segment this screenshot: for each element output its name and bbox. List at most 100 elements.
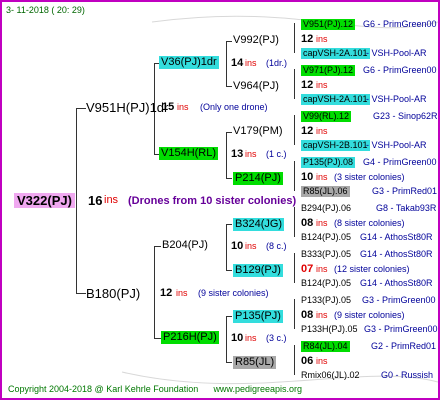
gen4-2-ins-label: ins [316,80,328,90]
gen4-3-ins-label: ins [316,126,328,136]
gen1-queen-1[interactable]: V951H(PJ)1dr [86,101,168,114]
gen3-queen-3[interactable]: V179(PM) [233,126,283,137]
connector [226,224,232,225]
connector [294,299,295,329]
gen4-7-father[interactable]: P133H(PJ).05 [301,325,358,334]
gen4-1-father[interactable]: capVSH-2A.101 [301,48,370,59]
connector-root [76,108,77,294]
footer-site-link[interactable]: www.pedigreeapis.org [213,384,302,394]
gen4-5-father[interactable]: B124(PJ).05 [301,233,351,242]
gen4-1-father-source: - VSH-Pool-AR [366,48,427,58]
gen2-2-ins-count: 13 [231,148,244,160]
gen4-3-father-source: - VSH-Pool-AR [366,140,427,150]
gen4-7-mother[interactable]: P133(PJ).05 [301,296,351,305]
connector [294,161,295,191]
gen3-queen-2[interactable]: V964(PJ) [233,81,279,92]
gen2-queen-2[interactable]: V154H(RL) [159,147,219,160]
connector [226,316,227,362]
gen1-2-ins-count: 12 [160,287,173,299]
gen4-8-ins-label: ins [316,356,328,366]
connector [154,246,161,247]
gen3-queen-4[interactable]: P214(PJ) [233,172,283,185]
connector [154,246,155,338]
gen2-1-ins-count: 14 [231,57,244,69]
pedigree-frame: 3- 11-2018 ( 20: 29) V322(PJ) 16 ins (Dr… [0,0,440,400]
connector [226,41,227,87]
gen4-3-mother-source: G23 - Sinop62R [373,111,438,121]
gen4-4-father[interactable]: R85(JL).06 [301,186,350,197]
gen4-6-mother[interactable]: B333(PJ).05 [301,250,351,259]
gen4-6-mother-source: G14 - AthosSt80R [360,249,433,259]
gen4-8-ins-count: 06 [301,355,314,367]
gen4-8-father-source: G0 - Russish [381,370,434,380]
gen4-5-mother-source: G8 - Takab93R [376,203,437,213]
connector [226,224,227,270]
gen4-7-ins-label: ins [316,310,328,320]
gen4-6-father-source: G14 - AthosSt80R [360,278,433,288]
gen3-queen-6[interactable]: B129(PJ) [233,264,283,277]
gen4-3-ins-count: 12 [301,125,314,137]
gen4-5-ins-label: ins [316,218,328,228]
gen3-queen-1[interactable]: V992(PJ) [233,35,279,46]
gen4-7-father-source: G3 - PrimGreen00 [364,324,438,334]
gen4-5-mother[interactable]: B294(PJ).06 [301,204,351,213]
connector [226,86,232,87]
gen4-7-mother-source: G3 - PrimGreen00 [362,295,436,305]
gen4-6-father[interactable]: B124(PJ).05 [301,279,351,288]
gen1-1-note: (Only one drone) [200,102,268,112]
gen1-1-ins-label: ins [177,102,189,112]
gen2-queen-3[interactable]: B204(PJ) [162,240,208,251]
gen4-6-ins-label: ins [316,264,328,274]
root-ins-count: 16 [88,193,103,208]
gen2-4-ins-count: 10 [231,332,244,344]
gen2-3-ins-count: 10 [231,240,244,252]
gen4-3-father[interactable]: capVSH-2B.101 [301,140,370,151]
connector [294,115,295,145]
connector [294,345,295,375]
connector [154,338,161,339]
gen4-3-mother[interactable]: V99(RL).12 [301,111,352,122]
gen4-2-mother[interactable]: V971(PJ).12 [301,65,356,76]
gen4-2-mother-source: G6 - PrimGreen00 [363,65,437,75]
gen1-queen-2[interactable]: B180(PJ) [86,287,140,300]
gen4-4-mother-source: G4 - PrimGreen00 [363,157,437,167]
gen4-8-father[interactable]: Rmix06(JL).02 [301,371,360,380]
gen4-6-ins-count: 07 [301,263,314,275]
connector [226,132,227,178]
gen4-4-mother[interactable]: P135(PJ).08 [301,157,356,168]
gen4-1-ins-count: 12 [301,33,314,45]
gen4-8-mother[interactable]: R84(JL).04 [301,341,350,352]
gen2-queen-1[interactable]: V36(PJ)1dr [159,56,219,69]
gen4-1-mother[interactable]: V951(PJ).12 [301,19,356,30]
gen2-2-note: (1 c.) [266,149,287,159]
connector [226,270,232,271]
gen4-5-ins-count: 08 [301,217,314,229]
gen4-4-father-source: G3 - PrimRed01 [372,186,438,196]
gen2-4-ins-label: ins [245,333,257,343]
gen4-4-ins-count: 10 [301,171,314,183]
gen3-queen-7[interactable]: P135(PJ) [233,310,283,323]
connector [226,41,232,42]
gen3-queen-5[interactable]: B324(JG) [233,218,285,231]
connector [294,207,295,237]
gen3-queen-8[interactable]: R85(JL) [233,356,277,369]
gen1-2-ins-label: ins [176,288,188,298]
gen2-2-ins-label: ins [245,149,257,159]
root-queen[interactable]: V322(PJ) [14,193,75,208]
gen1-1-ins-count: 15 [162,101,175,113]
connector [226,362,232,363]
connector [76,108,86,109]
gen2-3-note: (8 c.) [266,241,287,251]
gen4-5-note: (8 sister colonies) [334,218,405,228]
connector [294,23,295,53]
gen4-1-ins-label: ins [316,34,328,44]
gen2-queen-4[interactable]: P216H(PJ) [161,331,219,344]
connector [76,293,86,294]
gen4-5-father-source: G14 - AthosSt80R [360,232,433,242]
gen4-2-father[interactable]: capVSH-2A.101 [301,94,370,105]
footer-copyright: Copyright 2004-2018 @ Karl Kehrle Founda… [8,384,199,394]
gen2-1-note: (1dr.) [266,58,288,68]
gen2-3-ins-label: ins [245,241,257,251]
gen4-4-ins-label: ins [316,172,328,182]
gen2-1-ins-label: ins [245,58,257,68]
